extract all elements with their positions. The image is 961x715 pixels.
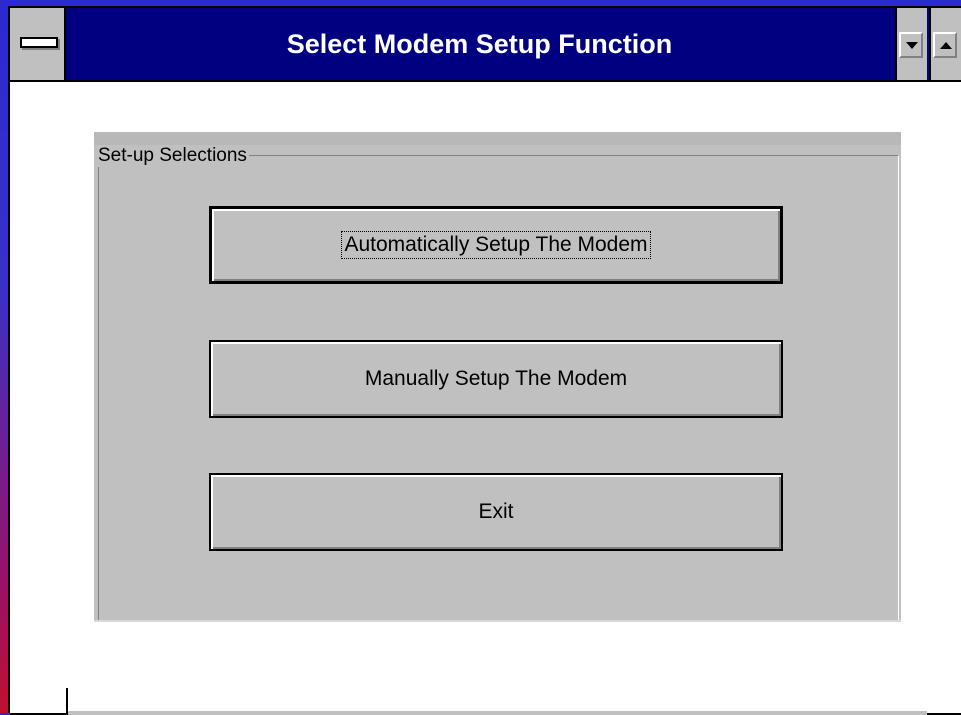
- system-menu-icon: [20, 37, 58, 48]
- setup-selections-group: Set-up Selections Automatically Setup Th…: [94, 132, 901, 622]
- maximize-arrow-icon: [940, 42, 952, 49]
- window-title: Select Modem Setup Function: [286, 29, 673, 59]
- auto-setup-button[interactable]: Automatically Setup The Modem: [209, 206, 783, 284]
- exit-button[interactable]: Exit: [209, 473, 783, 551]
- title-bar[interactable]: Select Modem Setup Function: [10, 8, 961, 82]
- maximize-button[interactable]: [929, 8, 961, 80]
- manual-setup-button[interactable]: Manually Setup The Modem: [209, 340, 783, 418]
- modem-setup-window: Select Modem Setup Function Set-up Selec…: [8, 6, 961, 715]
- window-bottom-border: [10, 688, 961, 715]
- auto-setup-label: Automatically Setup The Modem: [341, 231, 651, 259]
- client-area: Set-up Selections Automatically Setup Th…: [10, 82, 961, 688]
- minimize-button[interactable]: [895, 8, 927, 80]
- group-label: Set-up Selections: [98, 145, 249, 167]
- manual-setup-label: Manually Setup The Modem: [364, 367, 628, 390]
- system-menu-button[interactable]: [10, 8, 66, 80]
- minimize-arrow-icon: [906, 42, 918, 49]
- exit-label: Exit: [478, 500, 514, 523]
